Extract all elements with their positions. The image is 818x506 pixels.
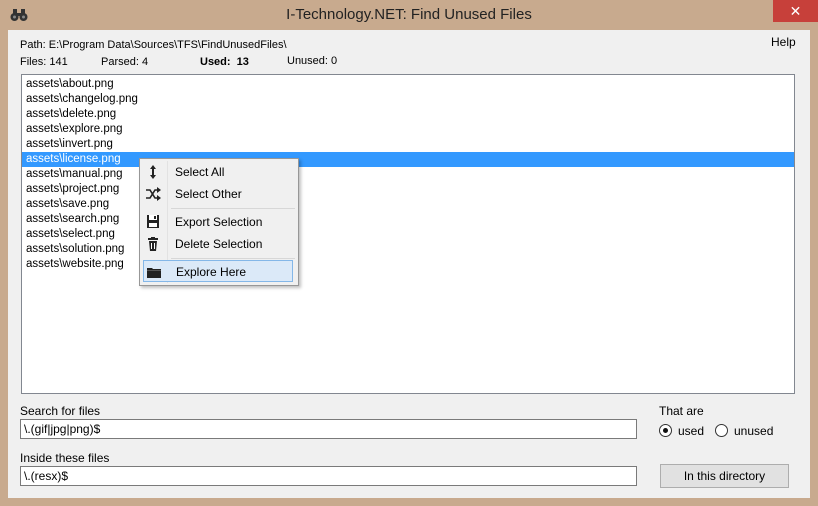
used-radio-label[interactable]: used	[678, 424, 704, 438]
shuffle-icon	[146, 187, 161, 201]
list-item[interactable]: assets\explore.png	[24, 122, 123, 137]
app-window: I-Technology.NET: Find Unused Files ✕ Pa…	[0, 0, 818, 506]
menu-item-delete-selection[interactable]: Delete Selection	[143, 233, 293, 255]
search-files-input[interactable]: \.(gif|jpg|png)$	[20, 419, 637, 439]
inside-files-label: Inside these files	[20, 451, 110, 465]
path-label: Path: E:\Program Data\Sources\TFS\FindUn…	[20, 39, 287, 51]
sort-arrows-icon	[150, 165, 156, 179]
list-item[interactable]: assets\select.png	[24, 227, 115, 242]
in-this-directory-button[interactable]: In this directory	[660, 464, 789, 488]
title-bar[interactable]: I-Technology.NET: Find Unused Files ✕	[0, 0, 818, 30]
list-item[interactable]: assets\search.png	[24, 212, 119, 227]
floppy-disk-icon	[147, 215, 159, 228]
radio-selected-dot	[663, 428, 668, 433]
inside-files-input[interactable]: \.(resx)$	[20, 466, 637, 486]
list-item[interactable]: assets\delete.png	[24, 107, 116, 122]
search-files-label: Search for files	[20, 404, 101, 418]
files-count: Files: 141	[20, 56, 68, 68]
close-button[interactable]: ✕	[773, 0, 818, 22]
folder-icon	[147, 268, 161, 278]
list-item[interactable]: assets\about.png	[24, 77, 114, 92]
menu-item-select-other[interactable]: Select Other	[143, 183, 293, 205]
menu-item-explore-here[interactable]: Explore Here	[143, 260, 293, 282]
help-link[interactable]: Help	[771, 35, 796, 49]
used-count: Used: 13	[200, 56, 249, 68]
parsed-count: Parsed: 4	[101, 56, 149, 68]
menu-item-export-selection[interactable]: Export Selection	[143, 211, 293, 233]
unused-radio-label[interactable]: unused	[734, 424, 773, 438]
list-item[interactable]: assets\invert.png	[24, 137, 113, 152]
that-are-label: That are	[659, 404, 704, 418]
menu-label: Select Other	[175, 187, 242, 201]
window-title: I-Technology.NET: Find Unused Files	[286, 6, 532, 23]
menu-label: Explore Here	[176, 265, 247, 279]
menu-item-select-all[interactable]: Select All	[143, 161, 293, 183]
list-item[interactable]: assets\project.png	[24, 182, 119, 197]
context-menu: Select All Select Other Export Selection	[139, 158, 299, 286]
unused-count: Unused: 0	[287, 55, 338, 67]
close-icon: ✕	[789, 3, 802, 19]
trash-icon	[148, 237, 158, 251]
list-item[interactable]: assets\solution.png	[24, 242, 124, 257]
menu-separator	[171, 208, 295, 209]
menu-label: Select All	[175, 165, 225, 179]
list-item[interactable]: assets\save.png	[24, 197, 109, 212]
unused-radio[interactable]	[715, 424, 728, 437]
list-item[interactable]: assets\changelog.png	[24, 92, 138, 107]
used-radio[interactable]	[659, 424, 672, 437]
list-item[interactable]: assets\website.png	[24, 257, 124, 272]
menu-separator	[171, 258, 295, 259]
list-item-selected[interactable]: assets\license.png	[22, 152, 794, 167]
main-panel: Path: E:\Program Data\Sources\TFS\FindUn…	[8, 30, 810, 498]
file-list[interactable]: assets\about.png assets\changelog.png as…	[21, 74, 795, 394]
menu-label: Export Selection	[175, 215, 263, 229]
menu-label: Delete Selection	[175, 237, 263, 251]
list-item[interactable]: assets\manual.png	[24, 167, 123, 182]
